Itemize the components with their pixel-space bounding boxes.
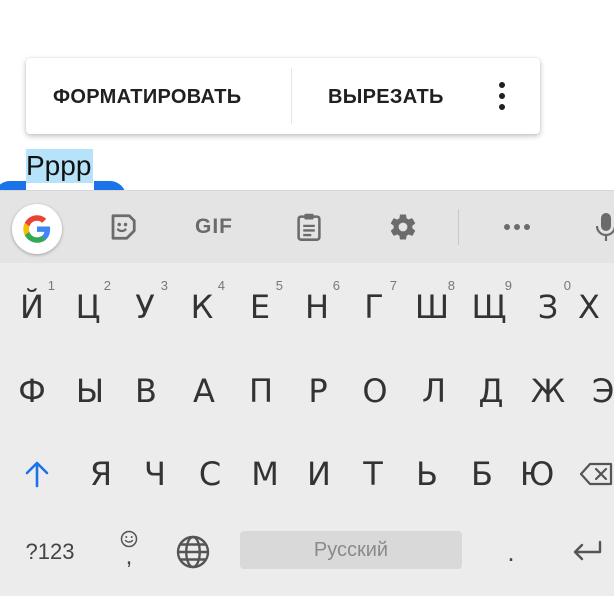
toolbar-divider bbox=[458, 209, 459, 245]
key-label: Ц bbox=[75, 288, 101, 326]
key[interactable]: Д bbox=[464, 356, 518, 426]
key-label: Ш bbox=[414, 288, 450, 326]
key[interactable]: Я bbox=[74, 439, 128, 509]
key[interactable]: Ф bbox=[5, 356, 59, 426]
period-key[interactable]: . bbox=[484, 517, 538, 587]
key[interactable]: Ш8 bbox=[405, 272, 459, 342]
key-label: Н bbox=[304, 288, 330, 326]
key-label: Х bbox=[578, 288, 600, 326]
gif-button[interactable]: GIF bbox=[188, 191, 240, 263]
language-key[interactable] bbox=[166, 517, 220, 587]
key-hint: 9 bbox=[504, 278, 512, 293]
key[interactable]: Ц2 bbox=[61, 272, 115, 342]
key[interactable]: З0 bbox=[521, 272, 575, 342]
key[interactable]: Ы bbox=[63, 356, 117, 426]
cut-button[interactable]: ВЫРЕЗАТЬ bbox=[328, 58, 444, 134]
backspace-key[interactable] bbox=[578, 439, 614, 509]
more-vert-icon[interactable] bbox=[493, 80, 511, 114]
globe-icon bbox=[176, 535, 210, 569]
key[interactable]: М bbox=[238, 439, 292, 509]
key[interactable]: Х bbox=[578, 272, 614, 342]
key-row-1: Й1 Ц2 У3 К4 Е5 Н6 Г7 Ш8 Щ9 З0 Х bbox=[0, 272, 614, 342]
key-hint: 5 bbox=[275, 278, 283, 293]
key[interactable]: Г7 bbox=[347, 272, 401, 342]
key[interactable]: У3 bbox=[118, 272, 172, 342]
key-hint: 3 bbox=[160, 278, 168, 293]
key[interactable]: К4 bbox=[175, 272, 229, 342]
key[interactable]: Т bbox=[346, 439, 400, 509]
key-label: З bbox=[537, 288, 559, 326]
format-button[interactable]: ФОРМАТИРОВАТЬ bbox=[53, 58, 241, 134]
enter-icon bbox=[573, 540, 602, 561]
key-hint: 6 bbox=[332, 278, 340, 293]
sticker-icon[interactable] bbox=[100, 191, 146, 263]
key[interactable]: Н6 bbox=[290, 272, 344, 342]
key-hint: 0 bbox=[563, 278, 571, 293]
key[interactable]: Й1 bbox=[5, 272, 59, 342]
key-hint: 2 bbox=[103, 278, 111, 293]
key[interactable]: П bbox=[234, 356, 288, 426]
enter-key[interactable] bbox=[560, 517, 614, 587]
key[interactable]: Л bbox=[407, 356, 461, 426]
key[interactable]: Е5 bbox=[233, 272, 287, 342]
key-hint: 8 bbox=[447, 278, 455, 293]
key-row-4: ?123 , Русский . bbox=[0, 517, 614, 587]
key[interactable]: А bbox=[177, 356, 231, 426]
key[interactable]: Б bbox=[455, 439, 509, 509]
google-g-icon[interactable] bbox=[12, 204, 62, 254]
symbols-key[interactable]: ?123 bbox=[14, 517, 86, 587]
key[interactable]: И bbox=[292, 439, 346, 509]
key[interactable]: Ь bbox=[400, 439, 454, 509]
shift-arrow-icon bbox=[25, 461, 49, 488]
text-selection-menu: ФОРМАТИРОВАТЬ ВЫРЕЗАТЬ bbox=[26, 58, 540, 134]
mic-icon[interactable] bbox=[588, 191, 614, 263]
comma-label: , bbox=[125, 543, 133, 570]
key-label: Г bbox=[364, 288, 384, 326]
emoji-comma-key[interactable]: , bbox=[102, 517, 156, 587]
selected-text[interactable]: Pppp bbox=[26, 149, 94, 183]
key-row-2: Ф Ы В А П Р О Л Д Ж Э bbox=[0, 356, 614, 426]
key-label: Й bbox=[20, 288, 44, 326]
key[interactable]: Щ9 bbox=[462, 272, 516, 342]
key-label: У bbox=[135, 288, 155, 326]
key-label: Е bbox=[249, 288, 271, 326]
key-hint: 4 bbox=[217, 278, 225, 293]
keyboard-toolbar: GIF bbox=[0, 190, 614, 263]
gear-icon[interactable] bbox=[380, 191, 426, 263]
key-hint: 1 bbox=[47, 278, 55, 293]
menu-divider bbox=[291, 68, 292, 124]
key-row-3: Я Ч С М И Т Ь Б Ю bbox=[0, 439, 614, 509]
key-label: Щ bbox=[471, 288, 507, 326]
key[interactable]: О bbox=[348, 356, 402, 426]
key-hint: 7 bbox=[389, 278, 397, 293]
key[interactable]: С bbox=[183, 439, 237, 509]
key-label: К bbox=[190, 288, 214, 326]
space-bar[interactable]: Русский bbox=[240, 531, 462, 569]
key[interactable]: Ю bbox=[510, 439, 564, 509]
shift-key[interactable] bbox=[10, 439, 64, 509]
clipboard-icon[interactable] bbox=[286, 191, 332, 263]
backspace-icon bbox=[579, 462, 613, 486]
key[interactable]: Э bbox=[592, 356, 614, 426]
key[interactable]: Р bbox=[291, 356, 345, 426]
key[interactable]: Ч bbox=[128, 439, 182, 509]
soft-keyboard: GIF Й1 Ц2 У 3 К 4 Е 5 Н 6 Г 7 Ш 8 Щ 9 З … bbox=[0, 190, 614, 596]
more-horiz-icon[interactable] bbox=[494, 191, 540, 263]
key[interactable]: Ж bbox=[521, 356, 575, 426]
key[interactable]: В bbox=[119, 356, 173, 426]
